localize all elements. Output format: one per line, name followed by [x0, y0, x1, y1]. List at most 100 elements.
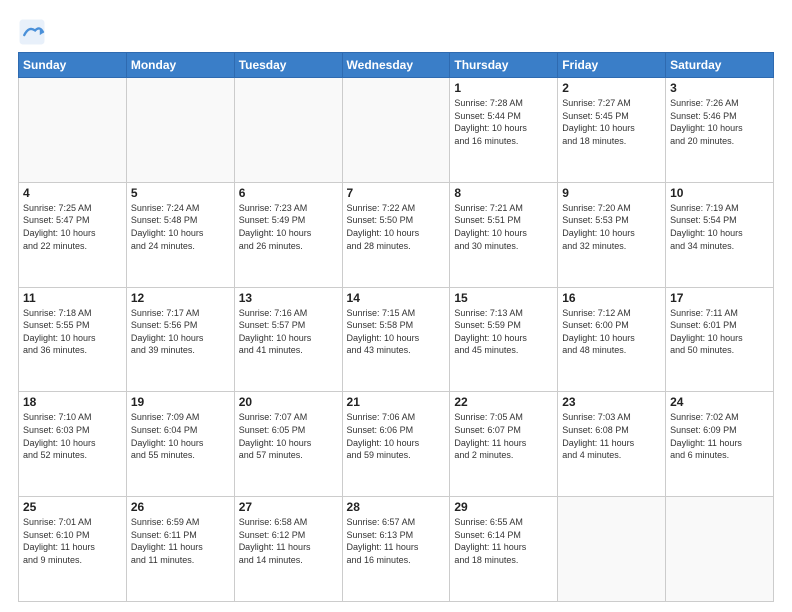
page: SundayMondayTuesdayWednesdayThursdayFrid… [0, 0, 792, 612]
calendar-cell: 23 Sunrise: 7:03 AM Sunset: 6:08 PM Dayli… [558, 392, 666, 497]
calendar-cell [342, 78, 450, 183]
calendar-cell: 4 Sunrise: 7:25 AM Sunset: 5:47 PM Daylig… [19, 182, 127, 287]
day-number: 24 [670, 395, 769, 409]
calendar-cell: 12 Sunrise: 7:17 AM Sunset: 5:56 PM Dayli… [126, 287, 234, 392]
day-info: Sunrise: 7:02 AM Sunset: 6:09 PM Dayligh… [670, 411, 769, 461]
day-number: 21 [347, 395, 446, 409]
logo [18, 18, 50, 46]
calendar-cell: 10 Sunrise: 7:19 AM Sunset: 5:54 PM Dayli… [666, 182, 774, 287]
day-info: Sunrise: 7:10 AM Sunset: 6:03 PM Dayligh… [23, 411, 122, 461]
day-number: 25 [23, 500, 122, 514]
header [18, 18, 774, 46]
day-number: 16 [562, 291, 661, 305]
calendar-cell: 17 Sunrise: 7:11 AM Sunset: 6:01 PM Dayli… [666, 287, 774, 392]
day-info: Sunrise: 7:12 AM Sunset: 6:00 PM Dayligh… [562, 307, 661, 357]
calendar-day-header: Wednesday [342, 53, 450, 78]
day-number: 5 [131, 186, 230, 200]
day-number: 29 [454, 500, 553, 514]
calendar-cell: 15 Sunrise: 7:13 AM Sunset: 5:59 PM Dayli… [450, 287, 558, 392]
calendar-cell: 29Sunrise: 6:55 AM Sunset: 6:14 PM Dayli… [450, 497, 558, 602]
calendar-cell: 26 Sunrise: 6:59 AM Sunset: 6:11 PM Dayli… [126, 497, 234, 602]
calendar-week-row: 18Sunrise: 7:10 AM Sunset: 6:03 PM Dayli… [19, 392, 774, 497]
day-number: 3 [670, 81, 769, 95]
calendar-cell [19, 78, 127, 183]
calendar-table: SundayMondayTuesdayWednesdayThursdayFrid… [18, 52, 774, 602]
day-info: Sunrise: 7:23 AM Sunset: 5:49 PM Dayligh… [239, 202, 338, 252]
calendar-cell: 3 Sunrise: 7:26 AM Sunset: 5:46 PM Daylig… [666, 78, 774, 183]
calendar-cell [126, 78, 234, 183]
day-number: 27 [239, 500, 338, 514]
day-info: Sunrise: 7:07 AM Sunset: 6:05 PM Dayligh… [239, 411, 338, 461]
calendar-day-header: Sunday [19, 53, 127, 78]
calendar-cell: 25 Sunrise: 7:01 AM Sunset: 6:10 PM Dayli… [19, 497, 127, 602]
calendar-cell: 19 Sunrise: 7:09 AM Sunset: 6:04 PM Dayli… [126, 392, 234, 497]
day-info: Sunrise: 7:21 AM Sunset: 5:51 PM Dayligh… [454, 202, 553, 252]
calendar-week-row: 11Sunrise: 7:18 AM Sunset: 5:55 PM Dayli… [19, 287, 774, 392]
calendar-cell [558, 497, 666, 602]
day-number: 19 [131, 395, 230, 409]
day-number: 1 [454, 81, 553, 95]
day-number: 7 [347, 186, 446, 200]
day-info: Sunrise: 6:59 AM Sunset: 6:11 PM Dayligh… [131, 516, 230, 566]
calendar-cell: 27 Sunrise: 6:58 AM Sunset: 6:12 PM Dayli… [234, 497, 342, 602]
calendar-cell: 18Sunrise: 7:10 AM Sunset: 6:03 PM Dayli… [19, 392, 127, 497]
day-info: Sunrise: 7:24 AM Sunset: 5:48 PM Dayligh… [131, 202, 230, 252]
calendar-cell: 6 Sunrise: 7:23 AM Sunset: 5:49 PM Daylig… [234, 182, 342, 287]
day-info: Sunrise: 7:06 AM Sunset: 6:06 PM Dayligh… [347, 411, 446, 461]
calendar-day-header: Thursday [450, 53, 558, 78]
day-number: 9 [562, 186, 661, 200]
day-number: 6 [239, 186, 338, 200]
calendar-cell: 5 Sunrise: 7:24 AM Sunset: 5:48 PM Daylig… [126, 182, 234, 287]
day-number: 26 [131, 500, 230, 514]
calendar-cell: 28 Sunrise: 6:57 AM Sunset: 6:13 PM Dayli… [342, 497, 450, 602]
calendar-day-header: Monday [126, 53, 234, 78]
calendar-cell: 7 Sunrise: 7:22 AM Sunset: 5:50 PM Daylig… [342, 182, 450, 287]
day-info: Sunrise: 7:01 AM Sunset: 6:10 PM Dayligh… [23, 516, 122, 566]
day-info: Sunrise: 7:13 AM Sunset: 5:59 PM Dayligh… [454, 307, 553, 357]
day-info: Sunrise: 7:05 AM Sunset: 6:07 PM Dayligh… [454, 411, 553, 461]
day-number: 22 [454, 395, 553, 409]
day-info: Sunrise: 7:11 AM Sunset: 6:01 PM Dayligh… [670, 307, 769, 357]
day-info: Sunrise: 7:03 AM Sunset: 6:08 PM Dayligh… [562, 411, 661, 461]
calendar-cell: 11Sunrise: 7:18 AM Sunset: 5:55 PM Dayli… [19, 287, 127, 392]
day-number: 4 [23, 186, 122, 200]
calendar-cell: 21 Sunrise: 7:06 AM Sunset: 6:06 PM Dayli… [342, 392, 450, 497]
day-number: 17 [670, 291, 769, 305]
calendar-week-row: 25 Sunrise: 7:01 AM Sunset: 6:10 PM Dayli… [19, 497, 774, 602]
day-number: 12 [131, 291, 230, 305]
day-number: 28 [347, 500, 446, 514]
logo-icon [18, 18, 46, 46]
calendar-cell: 20Sunrise: 7:07 AM Sunset: 6:05 PM Dayli… [234, 392, 342, 497]
day-number: 15 [454, 291, 553, 305]
day-info: Sunrise: 7:09 AM Sunset: 6:04 PM Dayligh… [131, 411, 230, 461]
calendar-day-header: Friday [558, 53, 666, 78]
day-info: Sunrise: 7:19 AM Sunset: 5:54 PM Dayligh… [670, 202, 769, 252]
day-info: Sunrise: 7:25 AM Sunset: 5:47 PM Dayligh… [23, 202, 122, 252]
day-number: 10 [670, 186, 769, 200]
day-info: Sunrise: 6:58 AM Sunset: 6:12 PM Dayligh… [239, 516, 338, 566]
day-info: Sunrise: 6:57 AM Sunset: 6:13 PM Dayligh… [347, 516, 446, 566]
day-number: 14 [347, 291, 446, 305]
day-info: Sunrise: 7:20 AM Sunset: 5:53 PM Dayligh… [562, 202, 661, 252]
day-number: 8 [454, 186, 553, 200]
calendar-day-header: Saturday [666, 53, 774, 78]
day-number: 2 [562, 81, 661, 95]
day-number: 11 [23, 291, 122, 305]
calendar-cell: 14Sunrise: 7:15 AM Sunset: 5:58 PM Dayli… [342, 287, 450, 392]
calendar-cell: 1 Sunrise: 7:28 AM Sunset: 5:44 PM Daylig… [450, 78, 558, 183]
calendar-cell: 8 Sunrise: 7:21 AM Sunset: 5:51 PM Daylig… [450, 182, 558, 287]
day-info: Sunrise: 7:17 AM Sunset: 5:56 PM Dayligh… [131, 307, 230, 357]
calendar-cell [666, 497, 774, 602]
day-info: Sunrise: 7:27 AM Sunset: 5:45 PM Dayligh… [562, 97, 661, 147]
day-info: Sunrise: 7:28 AM Sunset: 5:44 PM Dayligh… [454, 97, 553, 147]
day-info: Sunrise: 7:26 AM Sunset: 5:46 PM Dayligh… [670, 97, 769, 147]
day-info: Sunrise: 7:16 AM Sunset: 5:57 PM Dayligh… [239, 307, 338, 357]
calendar-day-header: Tuesday [234, 53, 342, 78]
calendar-header-row: SundayMondayTuesdayWednesdayThursdayFrid… [19, 53, 774, 78]
calendar-cell: 24 Sunrise: 7:02 AM Sunset: 6:09 PM Dayli… [666, 392, 774, 497]
calendar-cell: 9 Sunrise: 7:20 AM Sunset: 5:53 PM Daylig… [558, 182, 666, 287]
day-number: 23 [562, 395, 661, 409]
day-number: 13 [239, 291, 338, 305]
day-info: Sunrise: 7:22 AM Sunset: 5:50 PM Dayligh… [347, 202, 446, 252]
calendar-week-row: 4 Sunrise: 7:25 AM Sunset: 5:47 PM Daylig… [19, 182, 774, 287]
